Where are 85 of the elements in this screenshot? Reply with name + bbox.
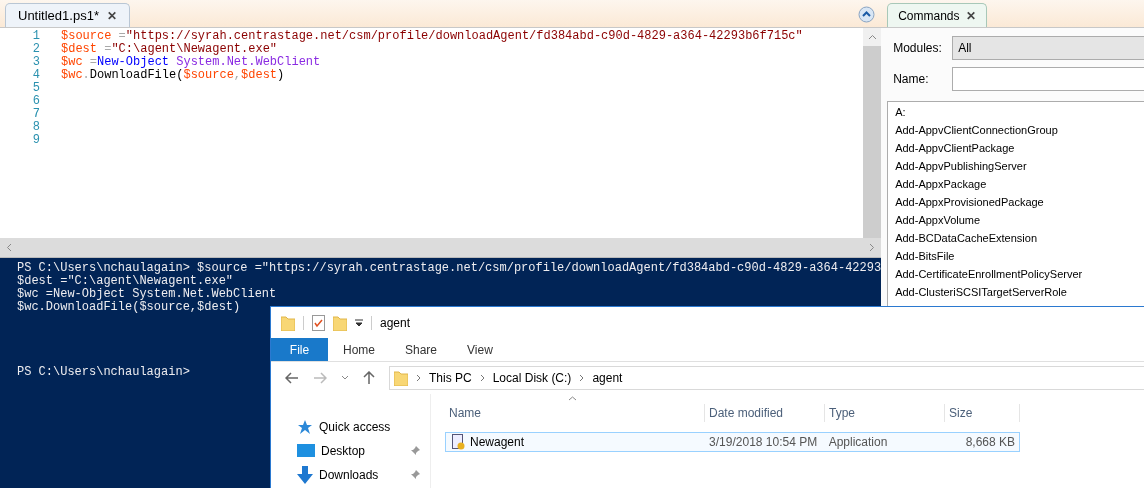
- console-line: $wc =New-Object System.Net.WebClient: [17, 288, 277, 301]
- command-item[interactable]: Add-AppvClientPackage: [895, 139, 1015, 157]
- dropdown-caret-icon[interactable]: [355, 318, 363, 327]
- close-icon[interactable]: ✕: [106, 6, 117, 25]
- file-date: 3/19/2018 10:54 PM: [708, 434, 819, 451]
- forward-arrow-icon[interactable]: [313, 372, 327, 384]
- breadcrumb-item[interactable]: Local Disk (C:): [492, 369, 572, 387]
- command-item[interactable]: A:: [895, 103, 906, 121]
- horizontal-scrollbar[interactable]: [0, 238, 882, 258]
- command-item[interactable]: Add-AppxPackage: [895, 175, 987, 193]
- nav-item[interactable]: Quick access: [319, 418, 420, 436]
- console-line: PS C:\Users\nchaulagain> $source ="https://syrah.centrastage.net/csm/profile/downloadAgent/fd384abd-c90d-4829-a364-42293: [17, 262, 882, 275]
- code-line: $dest ="C:\agent\Newagent.exe": [61, 43, 278, 56]
- scroll-up-icon[interactable]: [867, 34, 877, 40]
- file-row[interactable]: Newagent 3/19/2018 10:54 PM Application 8,668 KB: [445, 432, 1020, 452]
- scroll-left-icon[interactable]: [6, 243, 12, 252]
- line-number: 4: [31, 69, 40, 82]
- nav-item[interactable]: Downloads: [319, 466, 404, 484]
- application-icon: [452, 434, 465, 450]
- command-item[interactable]: Add-CertificateEnrollmentPolicyServer: [895, 265, 1083, 283]
- file-name: Newagent: [470, 434, 525, 451]
- up-arrow-icon[interactable]: [363, 371, 375, 385]
- command-item[interactable]: Add-BitsFile: [895, 247, 955, 265]
- line-number: 1: [31, 30, 40, 43]
- field-label: Name:: [893, 71, 930, 88]
- ribbon-tab[interactable]: Share: [390, 338, 453, 361]
- column-header[interactable]: Type: [825, 404, 945, 422]
- back-arrow-icon[interactable]: [285, 372, 299, 384]
- address-bar[interactable]: This PC Local Disk (C:) agent: [389, 366, 1144, 390]
- sort-caret-icon[interactable]: [568, 396, 577, 401]
- commands-tab[interactable]: Commands ✕: [887, 3, 987, 27]
- breadcrumb-item[interactable]: agent: [592, 369, 623, 387]
- line-number: 5: [31, 82, 40, 95]
- vertical-scrollbar[interactable]: [863, 28, 882, 238]
- command-item[interactable]: Add-AppvClientConnectionGroup: [895, 121, 1058, 139]
- console-prompt: PS C:\Users\nchaulagain>: [17, 366, 190, 379]
- collapse-up-icon[interactable]: [858, 6, 876, 23]
- pin-icon[interactable]: [410, 470, 420, 480]
- chevron-right-icon: [479, 374, 485, 382]
- name-field[interactable]: [952, 67, 1144, 91]
- close-icon[interactable]: ✕: [965, 6, 976, 25]
- desktop-icon: [297, 444, 315, 458]
- console-line: $wc.DownloadFile($source,$dest): [17, 301, 241, 314]
- editor-tab[interactable]: Untitled1.ps1* ✕: [5, 3, 130, 27]
- ribbon-tab[interactable]: File: [271, 338, 328, 361]
- nav-item[interactable]: Desktop: [321, 442, 404, 460]
- chevron-right-icon: [579, 374, 585, 382]
- file-type: Application: [827, 434, 889, 451]
- download-arrow-icon: [297, 466, 313, 484]
- file-size: 8,668 KB: [964, 434, 1016, 451]
- line-number: 3: [31, 56, 40, 69]
- checklist-icon[interactable]: [312, 314, 325, 331]
- tab-label: Untitled1.ps1*: [18, 6, 99, 25]
- line-number: 9: [31, 134, 40, 147]
- column-header[interactable]: Name: [445, 404, 705, 422]
- pin-icon[interactable]: [410, 446, 420, 456]
- chevron-down-icon[interactable]: [341, 375, 349, 381]
- line-number: 7: [31, 108, 40, 121]
- breadcrumb-item[interactable]: This PC: [429, 369, 472, 387]
- command-item[interactable]: Add-AppxVolume: [895, 211, 981, 229]
- column-header[interactable]: Size: [945, 404, 1020, 422]
- folder-icon: [394, 370, 408, 386]
- column-header[interactable]: Date modified: [705, 404, 825, 422]
- folder-icon: [333, 314, 347, 331]
- chevron-right-icon: [416, 374, 421, 382]
- command-item[interactable]: Add-ClusteriSCSITargetServerRole: [895, 283, 1067, 301]
- window-title: agent: [380, 314, 411, 332]
- tab-label: Commands: [898, 7, 960, 25]
- folder-icon: [281, 314, 295, 331]
- code-line: $wc.DownloadFile($source,$dest): [61, 69, 285, 82]
- line-number: 6: [31, 95, 40, 108]
- star-icon: [297, 419, 313, 435]
- field-label: Modules:: [893, 40, 939, 57]
- code-line: $wc =New-Object System.Net.WebClient: [61, 56, 321, 69]
- scroll-right-icon[interactable]: [869, 243, 876, 252]
- modules-dropdown[interactable]: All: [952, 36, 1144, 60]
- ribbon-tab[interactable]: Home: [328, 338, 390, 361]
- line-number: 2: [31, 43, 40, 56]
- code-line: $source ="https://syrah.centrastage.net/csm/profile/downloadAgent/fd384abd-c90d-4829-a364-42293b6f715c": [61, 30, 803, 43]
- line-number: 8: [31, 121, 40, 134]
- console-line: $dest ="C:\agent\Newagent.exe": [17, 275, 234, 288]
- ribbon-tab[interactable]: View: [452, 338, 508, 361]
- command-item[interactable]: Add-BCDataCacheExtension: [895, 229, 1037, 247]
- command-item[interactable]: Add-AppvPublishingServer: [895, 157, 1027, 175]
- command-item[interactable]: Add-AppxProvisionedPackage: [895, 193, 1044, 211]
